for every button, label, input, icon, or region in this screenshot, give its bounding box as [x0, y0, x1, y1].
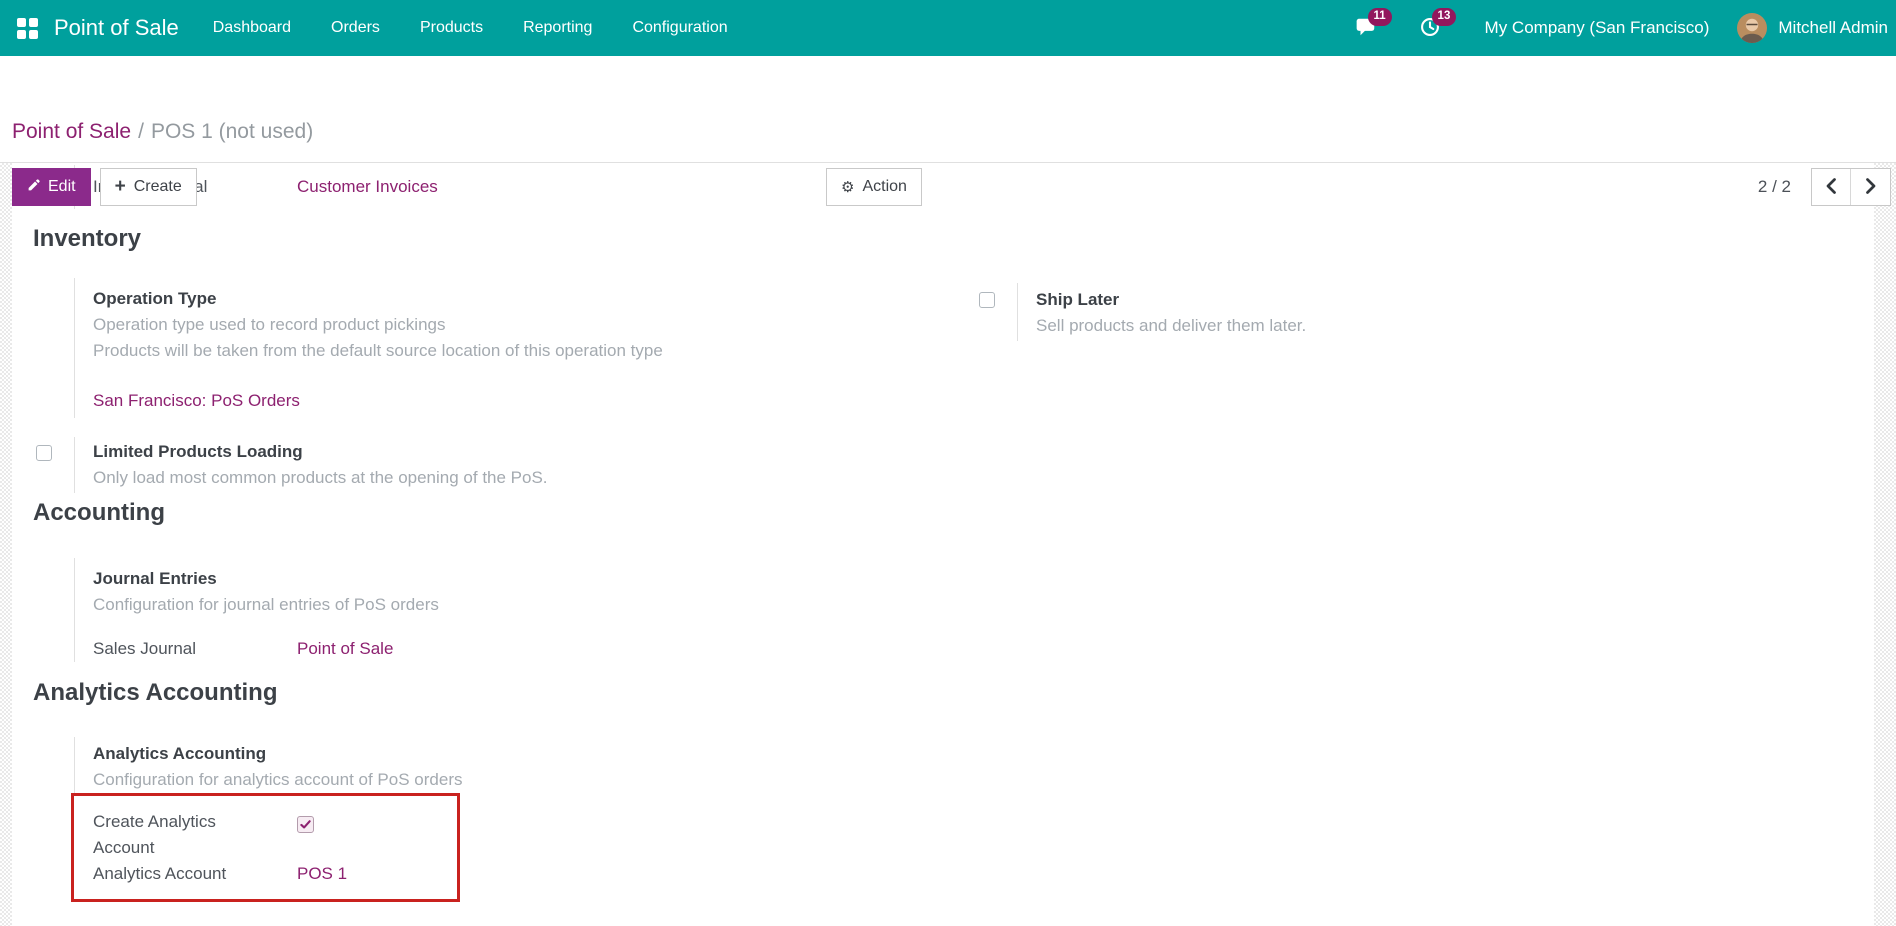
- setting-title: Ship Later: [1036, 287, 1306, 313]
- field-create-analytics-account: Create Analytics Account: [93, 809, 457, 861]
- setting-box-journal-entries: Journal Entries Configuration for journa…: [74, 558, 1874, 662]
- setting-box-operation-type: Operation Type Operation type used to re…: [74, 278, 955, 418]
- setting-title: Analytics Accounting: [93, 741, 1874, 767]
- annotation-highlight-box: Create Analytics Account Analytics Accou…: [71, 793, 460, 902]
- checkbox-cell: [12, 437, 74, 493]
- setting-description: Configuration for journal entries of PoS…: [93, 592, 1874, 618]
- main-menu: Dashboard Orders Products Reporting Conf…: [193, 0, 748, 56]
- inventory-columns: Operation Type Operation type used to re…: [12, 278, 1874, 418]
- analytics-account-link[interactable]: POS 1: [297, 864, 347, 883]
- setting-pane: Ship Later Sell products and deliver the…: [1017, 283, 1306, 341]
- edit-button-label: Edit: [48, 178, 76, 196]
- breadcrumb-separator: /: [138, 120, 144, 143]
- apps-grid-icon: [17, 18, 38, 39]
- setting-title: Operation Type: [93, 286, 955, 312]
- user-avatar[interactable]: [1737, 13, 1767, 43]
- setting-title: Limited Products Loading: [93, 439, 548, 465]
- create-button[interactable]: + Create: [100, 168, 197, 206]
- user-menu[interactable]: Mitchell Admin: [1778, 18, 1888, 38]
- gear-icon: ⚙: [841, 180, 854, 195]
- systray: 11 13 My Company (San Francisco) Mitchel…: [1355, 13, 1888, 43]
- pencil-icon: [27, 179, 40, 195]
- top-navbar: Point of Sale Dashboard Orders Products …: [0, 0, 1896, 56]
- nav-item-orders[interactable]: Orders: [311, 0, 400, 56]
- section-title-inventory: Inventory: [33, 224, 1874, 253]
- messages-badge: 11: [1368, 8, 1392, 26]
- pager-next-button[interactable]: [1851, 169, 1890, 205]
- field-label: Sales Journal: [93, 636, 297, 662]
- sales-journal-link[interactable]: Point of Sale: [297, 639, 393, 658]
- pager-count: 2 / 2: [1758, 177, 1791, 197]
- activities-badge: 13: [1432, 8, 1457, 26]
- setting-pane: Limited Products Loading Only load most …: [74, 437, 548, 493]
- control-panel: Point of Sale/POS 1 (not used) Edit + Cr…: [0, 56, 1896, 163]
- section-title-accounting: Accounting: [33, 498, 1874, 527]
- action-button[interactable]: ⚙ Action: [826, 168, 922, 206]
- clock-icon: [1419, 25, 1441, 42]
- operation-type-link[interactable]: San Francisco: PoS Orders: [93, 391, 300, 410]
- checkbox-cell: [955, 283, 1017, 341]
- nav-item-products[interactable]: Products: [400, 0, 503, 56]
- pager-previous-button[interactable]: [1812, 169, 1851, 205]
- nav-item-configuration[interactable]: Configuration: [612, 0, 747, 56]
- nav-item-dashboard[interactable]: Dashboard: [193, 0, 311, 56]
- limited-products-checkbox[interactable]: [36, 445, 52, 461]
- create-button-label: Create: [134, 178, 182, 196]
- action-wrap: ⚙ Action: [826, 168, 922, 206]
- chevron-left-icon: [1826, 178, 1836, 197]
- setting-description: Operation type used to record product pi…: [93, 312, 955, 338]
- section-title-analytics: Analytics Accounting: [33, 678, 1874, 707]
- messages-button[interactable]: 11: [1355, 16, 1379, 40]
- setting-title: Journal Entries: [93, 566, 1874, 592]
- field-sales-journal: Sales Journal Point of Sale: [93, 636, 1874, 662]
- create-analytics-account-checkbox[interactable]: [297, 816, 314, 833]
- setting-box-limited-products: Limited Products Loading Only load most …: [12, 437, 1874, 493]
- setting-box-analytics: Analytics Accounting Configuration for a…: [74, 737, 1874, 793]
- chevron-right-icon: [1866, 178, 1876, 197]
- content-area: Invoice Journal Customer Invoices Invent…: [0, 163, 1896, 926]
- invoice-journal-link[interactable]: Customer Invoices: [297, 177, 438, 196]
- field-invoice-journal: Invoice Journal Customer Invoices: [93, 174, 1874, 200]
- setting-description: Products will be taken from the default …: [93, 338, 955, 364]
- plus-icon: +: [115, 177, 126, 196]
- pager-buttons: [1811, 168, 1891, 206]
- checkmark-icon: [300, 819, 311, 830]
- form-sheet: Invoice Journal Customer Invoices Invent…: [12, 163, 1874, 926]
- pager: 2 / 2: [1758, 168, 1891, 206]
- breadcrumb-parent[interactable]: Point of Sale: [12, 120, 131, 143]
- edit-button[interactable]: Edit: [12, 168, 91, 206]
- action-button-label: Action: [862, 178, 906, 196]
- form-buttons: Edit + Create: [12, 168, 197, 206]
- breadcrumb-current: POS 1 (not used): [151, 120, 313, 143]
- app-name[interactable]: Point of Sale: [54, 15, 179, 41]
- setting-description: Only load most common products at the op…: [93, 465, 548, 491]
- setting-box-ship-later: Ship Later Sell products and deliver the…: [955, 283, 1874, 341]
- setting-box-invoice-journal: Invoice Journal Customer Invoices: [74, 165, 1874, 209]
- setting-description: Sell products and deliver them later.: [1036, 313, 1306, 339]
- setting-description: Configuration for analytics account of P…: [93, 767, 1874, 793]
- user-photo-icon: [1737, 13, 1767, 43]
- activities-button[interactable]: 13: [1419, 16, 1443, 40]
- ship-later-checkbox[interactable]: [979, 292, 995, 308]
- nav-item-reporting[interactable]: Reporting: [503, 0, 612, 56]
- field-label: Analytics Account: [93, 861, 297, 887]
- field-label: Create Analytics Account: [93, 809, 297, 861]
- chat-bubble-icon: [1355, 25, 1377, 42]
- apps-menu-button[interactable]: [0, 0, 54, 56]
- company-switcher[interactable]: My Company (San Francisco): [1485, 18, 1710, 38]
- field-analytics-account: Analytics Account POS 1: [93, 861, 457, 887]
- breadcrumb: Point of Sale / POS 1 (not used): [0, 119, 313, 154]
